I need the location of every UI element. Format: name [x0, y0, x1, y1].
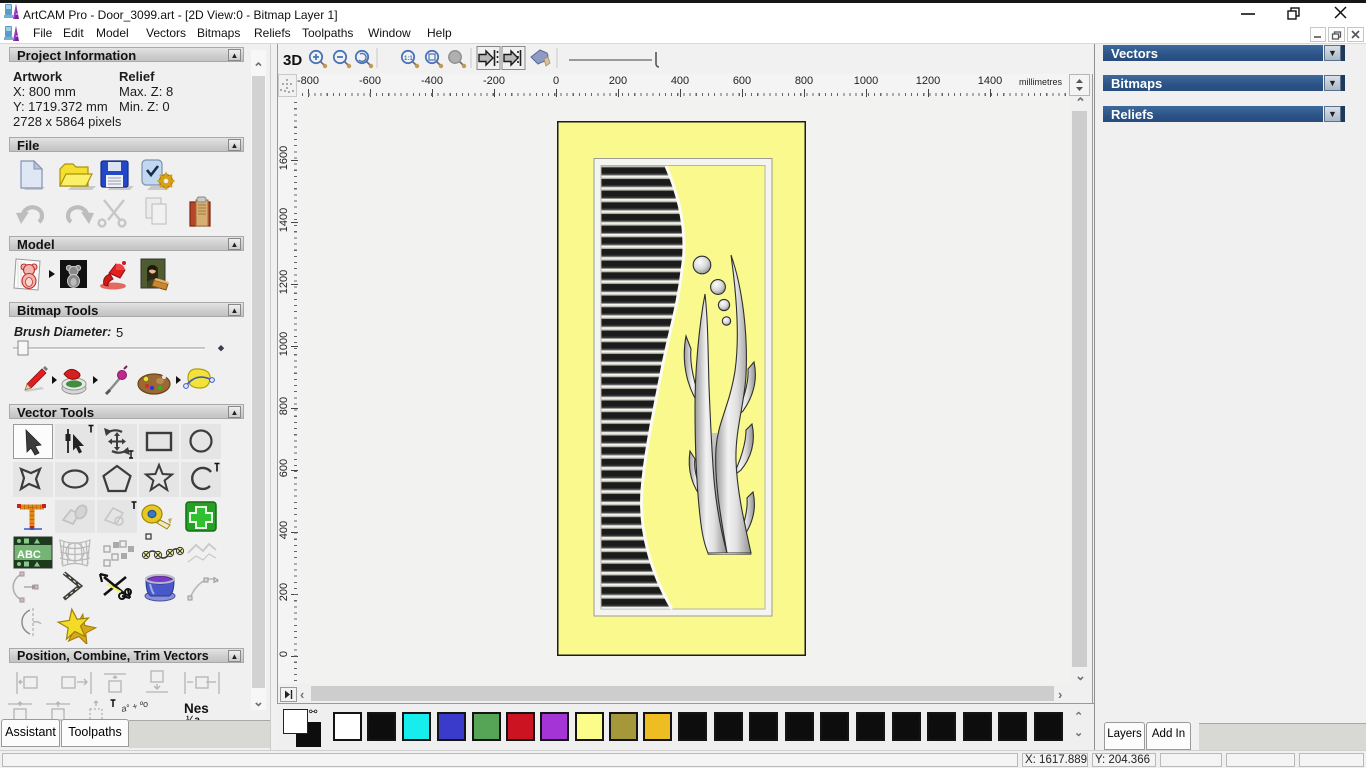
svg-text:a° + ºo: a° + ºo — [120, 699, 149, 714]
svg-text:1:1: 1:1 — [404, 56, 413, 62]
svg-text:3D: 3D — [283, 52, 302, 69]
svg-text:Nes: Nes — [184, 701, 209, 716]
svg-text:ABC: ABC — [17, 549, 41, 561]
